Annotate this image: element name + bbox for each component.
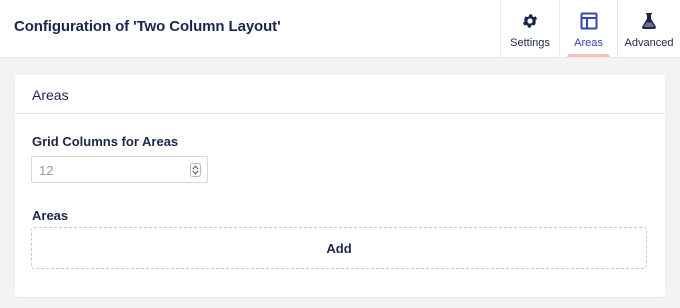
panel-title: Areas [15, 75, 665, 114]
areas-panel: Areas Grid Columns for Areas 12 Areas Ad… [15, 75, 665, 297]
tab-advanced-label: Advanced [624, 37, 674, 49]
active-tab-indicator [567, 54, 610, 57]
tab-settings[interactable]: Settings [500, 0, 559, 57]
flask-icon [641, 11, 657, 31]
add-area-button[interactable]: Add [31, 227, 647, 269]
page-title: Configuration of 'Two Column Layout' [14, 18, 281, 35]
tab-areas-label: Areas [574, 37, 603, 49]
chevron-down-icon[interactable] [192, 170, 199, 175]
number-stepper[interactable] [190, 163, 201, 177]
gear-icon [521, 11, 539, 31]
grid-columns-input[interactable]: 12 [31, 156, 208, 183]
tab-bar: Settings Areas Advanced [500, 0, 680, 57]
grid-columns-label: Grid Columns for Areas [32, 134, 179, 149]
tab-advanced[interactable]: Advanced [617, 0, 680, 57]
areas-label: Areas [32, 208, 69, 223]
editor-header: Configuration of 'Two Column Layout' Set… [0, 0, 680, 58]
grid-columns-value: 12 [39, 163, 54, 178]
tab-settings-label: Settings [510, 37, 550, 49]
tab-areas[interactable]: Areas [559, 0, 617, 57]
layout-icon [580, 11, 598, 31]
